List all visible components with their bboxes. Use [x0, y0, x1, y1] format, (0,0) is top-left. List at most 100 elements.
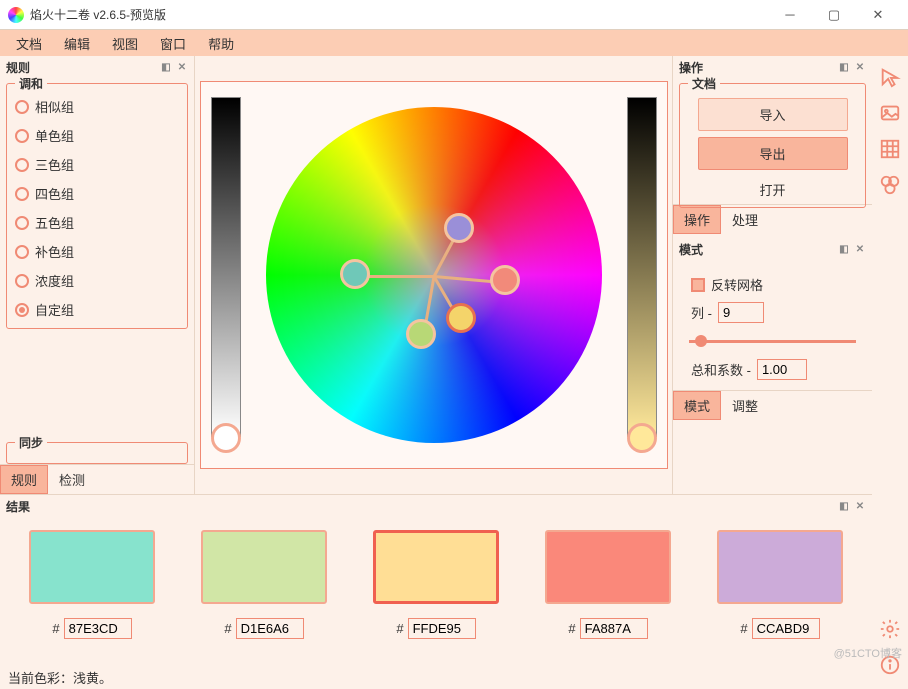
harmony-option[interactable]: 浓度组 [13, 266, 181, 295]
ops-panel-title: 操作 [679, 59, 703, 76]
menubar: 文档 编辑 视图 窗口 帮助 [0, 30, 908, 56]
radio-icon[interactable] [15, 245, 29, 259]
hex-input[interactable] [408, 618, 476, 639]
undock-icon[interactable]: ◧ [838, 244, 850, 255]
radio-label: 补色组 [35, 242, 74, 261]
radio-icon[interactable] [15, 303, 29, 317]
harmony-option[interactable]: 相似组 [13, 92, 181, 121]
color-node-1[interactable] [340, 259, 370, 289]
saturation-slider[interactable] [627, 97, 657, 437]
app-logo-icon [8, 7, 24, 23]
harmony-option[interactable]: 四色组 [13, 179, 181, 208]
watermark: @51CTO博客 [834, 645, 902, 661]
window-title: 焰火十二卷 v2.6.5-预览版 [30, 6, 768, 23]
doc-legend: 文档 [688, 75, 720, 92]
export-button[interactable]: 导出 [698, 137, 848, 170]
radio-icon[interactable] [15, 216, 29, 230]
tab-adjust[interactable]: 调整 [721, 391, 769, 420]
open-label[interactable]: 打开 [686, 176, 859, 203]
harmony-legend: 调和 [15, 75, 47, 92]
left-panel-title: 规则 [6, 59, 30, 76]
canvas-area [195, 56, 672, 494]
color-swatch[interactable] [201, 530, 327, 604]
color-swatch[interactable] [29, 530, 155, 604]
settings-icon[interactable] [877, 616, 903, 642]
side-toolbar [872, 56, 908, 688]
menu-window[interactable]: 窗口 [150, 31, 196, 56]
results-panel: 结果 ◧ ✕ ##### [0, 494, 872, 666]
color-node-3[interactable] [446, 303, 476, 333]
undock-icon[interactable]: ◧ [160, 62, 172, 73]
canvas-frame [200, 81, 668, 469]
harmony-option[interactable]: 三色组 [13, 150, 181, 179]
columns-slider[interactable] [689, 331, 856, 351]
hex-input[interactable] [236, 618, 304, 639]
sync-group: 同步 [6, 442, 188, 464]
undock-icon[interactable]: ◧ [838, 62, 850, 73]
hex-input[interactable] [752, 618, 820, 639]
cursor-tool-icon[interactable] [877, 64, 903, 90]
swatch-item[interactable]: # [188, 530, 340, 639]
close-panel-icon[interactable]: ✕ [176, 62, 188, 73]
hex-input[interactable] [580, 618, 648, 639]
close-panel-icon[interactable]: ✕ [854, 244, 866, 255]
radio-icon[interactable] [15, 158, 29, 172]
menu-view[interactable]: 视图 [102, 31, 148, 56]
swatch-item[interactable]: # [704, 530, 856, 639]
swatch-item[interactable]: # [532, 530, 684, 639]
doc-group: 文档 导入 导出 打开 [679, 83, 866, 208]
saturation-handle[interactable] [627, 423, 657, 453]
radio-label: 相似组 [35, 97, 74, 116]
color-node-2[interactable] [406, 319, 436, 349]
shapes-tool-icon[interactable] [877, 172, 903, 198]
menu-edit[interactable]: 编辑 [54, 31, 100, 56]
harmony-option[interactable]: 五色组 [13, 208, 181, 237]
menu-help[interactable]: 帮助 [198, 31, 244, 56]
invert-grid-checkbox[interactable] [691, 278, 705, 292]
grid-tool-icon[interactable] [877, 136, 903, 162]
harmony-option[interactable]: 补色组 [13, 237, 181, 266]
image-tool-icon[interactable] [877, 100, 903, 126]
color-swatch[interactable] [373, 530, 499, 604]
radio-icon[interactable] [15, 129, 29, 143]
color-node-5[interactable] [444, 213, 474, 243]
close-panel-icon[interactable]: ✕ [854, 62, 866, 73]
color-swatch[interactable] [545, 530, 671, 604]
lightness-handle[interactable] [211, 423, 241, 453]
close-panel-icon[interactable]: ✕ [854, 501, 866, 512]
maximize-button[interactable]: ▢ [812, 0, 856, 30]
mode-panel-title: 模式 [679, 241, 703, 258]
results-title: 结果 [6, 498, 30, 515]
tab-detect[interactable]: 检测 [48, 465, 96, 494]
harmony-option[interactable]: 自定组 [13, 295, 181, 324]
swatch-item[interactable]: # [360, 530, 512, 639]
color-wheel[interactable] [266, 107, 602, 443]
swatch-item[interactable]: # [16, 530, 168, 639]
color-node-4[interactable] [490, 265, 520, 295]
left-panel: 规则 ◧ ✕ 调和 相似组单色组三色组四色组五色组补色组浓度组自定组 同步 规则… [0, 56, 195, 494]
tab-rules[interactable]: 规则 [0, 465, 48, 494]
radio-label: 自定组 [35, 300, 74, 319]
menu-file[interactable]: 文档 [6, 31, 52, 56]
import-button[interactable]: 导入 [698, 98, 848, 131]
color-swatch[interactable] [717, 530, 843, 604]
harmony-group: 调和 相似组单色组三色组四色组五色组补色组浓度组自定组 [6, 83, 188, 329]
tab-mode[interactable]: 模式 [673, 391, 721, 420]
harmony-option[interactable]: 单色组 [13, 121, 181, 150]
hex-input[interactable] [64, 618, 132, 639]
radio-label: 五色组 [35, 213, 74, 232]
radio-label: 四色组 [35, 184, 74, 203]
lightness-slider[interactable] [211, 97, 241, 437]
tab-process[interactable]: 处理 [721, 205, 769, 234]
tab-ops[interactable]: 操作 [673, 205, 721, 234]
undock-icon[interactable]: ◧ [838, 501, 850, 512]
radio-icon[interactable] [15, 274, 29, 288]
sync-legend: 同步 [15, 434, 47, 451]
radio-icon[interactable] [15, 187, 29, 201]
minimize-button[interactable]: ─ [768, 0, 812, 30]
columns-input[interactable] [718, 302, 764, 323]
titlebar: 焰火十二卷 v2.6.5-预览版 ─ ▢ ✕ [0, 0, 908, 30]
sum-coeff-input[interactable] [757, 359, 807, 380]
close-button[interactable]: ✕ [856, 0, 900, 30]
radio-icon[interactable] [15, 100, 29, 114]
